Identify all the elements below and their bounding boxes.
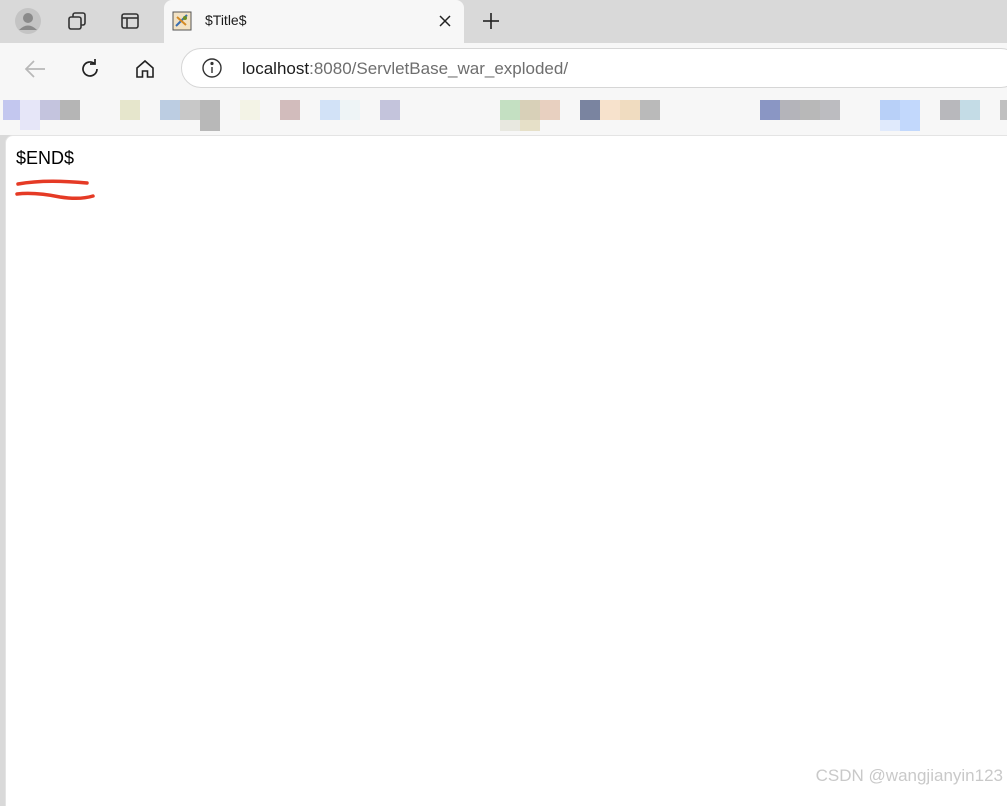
red-underline-annotation [15,179,95,201]
tab-close-button[interactable] [434,10,456,32]
url-text[interactable]: localhost:8080/ServletBase_war_exploded/ [242,59,568,79]
blurred-favorite-block [820,100,840,120]
blurred-favorite-block [620,100,640,120]
page-body-text: $END$ [16,148,75,168]
blurred-favorite-block [340,100,360,120]
blurred-favorite-block [600,100,620,120]
plus-icon [483,13,499,29]
collections-icon [68,12,86,30]
blurred-favorite-block [880,120,900,131]
blurred-favorite-block [520,120,540,131]
address-bar[interactable]: localhost:8080/ServletBase_war_exploded/ [181,48,1007,88]
blurred-favorite-block [120,100,140,120]
blurred-favorite-block [280,100,300,120]
close-icon [439,15,451,27]
url-path: :8080/ServletBase_war_exploded/ [309,59,569,78]
blurred-favorite-block [960,100,980,120]
favorites-bar-pixelated [0,95,1007,135]
blurred-favorite-block [40,100,60,120]
home-button[interactable] [129,53,161,85]
java-favicon-icon [172,11,192,31]
collections-button[interactable] [61,5,93,37]
blurred-favorite-block [580,100,600,120]
blurred-favorite-block [380,100,400,120]
blurred-favorite-block [880,100,900,120]
blurred-favorite-block [200,100,220,131]
blurred-favorite-block [900,100,920,131]
refresh-icon [82,59,98,77]
tab-actions-button[interactable] [114,5,146,37]
blurred-favorite-block [520,100,540,120]
blurred-favorite-block [20,100,40,130]
tab-strip: $Title$ [0,0,1007,43]
url-host: localhost [242,59,310,78]
blurred-favorite-block [160,100,180,120]
blurred-favorite-block [320,100,340,120]
page-content: $END$ [5,135,1007,806]
blurred-favorite-block [240,100,260,120]
blurred-favorite-block [800,100,820,120]
blurred-favorite-block [760,100,780,120]
blurred-favorite-block [60,100,80,120]
refresh-button[interactable] [74,53,106,85]
blurred-favorite-block [640,100,660,120]
blurred-favorite-block [940,100,960,120]
info-icon[interactable] [201,57,223,79]
new-tab-button[interactable] [476,6,506,36]
blurred-favorite-block [3,100,20,120]
csdn-watermark: CSDN @wangjianyin123 [815,766,1003,785]
blurred-favorite-block [780,100,800,120]
blurred-favorite-block [180,100,200,120]
back-arrow-icon [24,60,45,78]
profile-button[interactable] [12,5,44,37]
blurred-favorite-block [500,100,520,120]
blurred-favorite-block [1000,100,1007,120]
tab-title: $Title$ [205,12,247,28]
active-tab[interactable]: $Title$ [164,0,464,43]
back-button[interactable] [19,53,51,85]
navigation-toolbar: localhost:8080/ServletBase_war_exploded/ [0,43,1007,95]
home-icon [136,59,154,78]
tab-actions-icon [121,13,139,29]
profile-icon [15,8,41,34]
blurred-favorite-block [500,120,520,131]
blurred-favorite-block [540,100,560,120]
